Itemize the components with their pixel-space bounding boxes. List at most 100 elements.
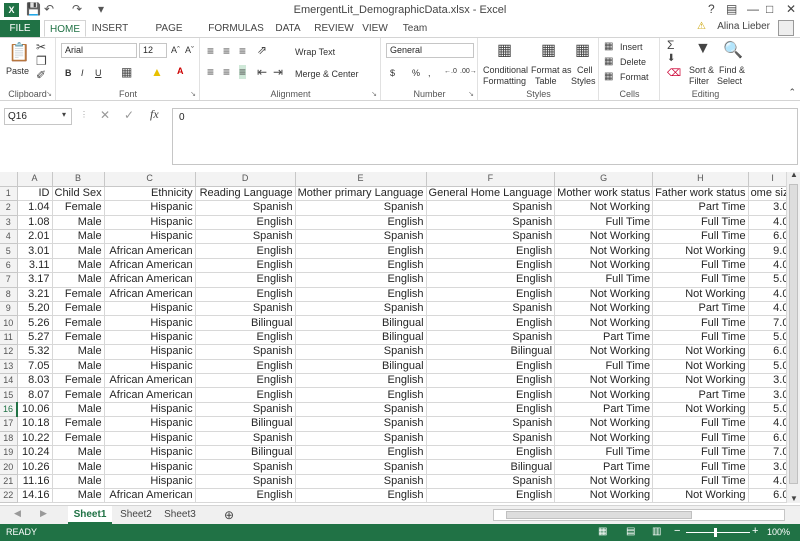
row-header[interactable]: 8 <box>0 287 18 303</box>
format-table-icon[interactable]: ▦ <box>541 40 556 60</box>
align-center-icon[interactable]: ≡ <box>223 65 230 79</box>
cancel-entry-icon[interactable]: ✕ <box>100 108 110 122</box>
tab-page-layout[interactable]: PAGE LAYOUT <box>136 20 202 51</box>
cell-styles-icon[interactable]: ▦ <box>575 40 590 60</box>
header-cell[interactable]: Reading Language <box>195 186 296 202</box>
table-cell[interactable]: 10.06 <box>17 402 53 418</box>
table-cell[interactable]: Male <box>52 488 105 503</box>
table-cell[interactable]: Full Time <box>652 330 749 346</box>
header-cell[interactable]: Mother work status <box>554 186 654 202</box>
clear-icon[interactable]: ⌫ <box>667 68 681 79</box>
row-header[interactable]: 19 <box>0 445 18 461</box>
table-cell[interactable]: Part Time <box>554 459 654 475</box>
row-header[interactable]: 2 <box>0 200 18 216</box>
table-cell[interactable]: Male <box>52 445 105 461</box>
table-cell[interactable]: Spanish <box>195 402 296 418</box>
table-cell[interactable]: Female <box>52 416 105 432</box>
table-cell[interactable]: Hispanic <box>104 359 196 374</box>
table-cell[interactable]: African American <box>104 387 196 403</box>
table-cell[interactable]: Part Time <box>652 200 749 216</box>
table-cell[interactable]: English <box>426 243 556 259</box>
table-cell[interactable]: Hispanic <box>104 344 196 360</box>
table-cell[interactable]: Not Working <box>554 200 654 216</box>
table-cell[interactable]: Male <box>52 359 105 374</box>
table-cell[interactable]: 3.21 <box>17 287 53 303</box>
ribbon-display-icon[interactable]: ▤ <box>726 2 737 16</box>
table-cell[interactable]: English <box>295 488 427 503</box>
tab-review[interactable]: REVIEW <box>312 20 356 37</box>
table-cell[interactable]: Hispanic <box>104 229 196 245</box>
tab-insert[interactable]: INSERT <box>90 20 130 37</box>
table-cell[interactable]: Not Working <box>554 287 654 303</box>
table-cell[interactable]: 8.03 <box>17 373 53 389</box>
zoom-level[interactable]: 100% <box>767 527 790 537</box>
clipboard-launcher-icon[interactable]: ↘ <box>46 90 52 98</box>
table-cell[interactable]: Not Working <box>652 488 749 503</box>
table-cell[interactable]: Not Working <box>652 359 749 374</box>
table-cell[interactable]: Male <box>52 402 105 418</box>
table-cell[interactable]: Female <box>52 315 105 331</box>
table-cell[interactable]: Spanish <box>195 229 296 245</box>
table-cell[interactable]: Spanish <box>195 459 296 475</box>
format-table-line2[interactable]: Table <box>535 76 557 86</box>
grow-font-icon[interactable]: Aˆ <box>171 45 180 55</box>
help-button[interactable]: ? <box>708 2 715 16</box>
cell-styles-line1[interactable]: Cell <box>577 65 593 75</box>
vertical-scroll-thumb[interactable] <box>789 184 798 484</box>
table-cell[interactable]: Spanish <box>426 229 556 245</box>
table-cell[interactable]: Full Time <box>554 445 654 461</box>
table-cell[interactable]: Hispanic <box>104 215 196 231</box>
italic-button[interactable]: I <box>81 68 84 78</box>
align-middle-icon[interactable]: ≡ <box>223 44 230 58</box>
table-cell[interactable]: Full Time <box>652 445 749 461</box>
table-cell[interactable]: Full Time <box>652 215 749 231</box>
shrink-font-icon[interactable]: Aˇ <box>185 45 194 55</box>
table-cell[interactable]: 11.16 <box>17 474 53 490</box>
prev-sheet-icon[interactable]: ◀ <box>14 508 21 519</box>
table-cell[interactable]: Spanish <box>295 301 427 317</box>
table-cell[interactable]: 2.01 <box>17 229 53 245</box>
table-cell[interactable]: Hispanic <box>104 200 196 216</box>
insert-button[interactable]: Insert <box>620 42 643 52</box>
table-cell[interactable]: Not Working <box>652 402 749 418</box>
table-cell[interactable]: English <box>426 373 556 389</box>
table-cell[interactable]: Full Time <box>652 431 749 446</box>
table-cell[interactable]: Part Time <box>554 330 654 346</box>
row-header[interactable]: 4 <box>0 229 18 245</box>
insert-cells-icon[interactable]: ▦ <box>604 41 613 52</box>
table-cell[interactable]: Hispanic <box>104 330 196 346</box>
sort-filter-icon[interactable]: ▼ <box>695 40 711 58</box>
table-cell[interactable]: Hispanic <box>104 402 196 418</box>
name-box-dropdown-icon[interactable]: ▾ <box>62 110 66 119</box>
number-launcher-icon[interactable]: ↘ <box>468 90 474 98</box>
find-select-icon[interactable]: 🔍 <box>723 40 743 60</box>
table-cell[interactable]: English <box>426 287 556 303</box>
table-cell[interactable]: African American <box>104 258 196 274</box>
table-cell[interactable]: English <box>295 287 427 303</box>
orientation-icon[interactable]: ⇗ <box>257 43 267 57</box>
table-cell[interactable]: Not Working <box>652 287 749 303</box>
tab-data[interactable]: DATA <box>270 20 306 37</box>
table-cell[interactable]: Spanish <box>295 431 427 446</box>
header-cell[interactable]: Mother primary Language <box>295 186 427 202</box>
table-cell[interactable]: Full Time <box>652 416 749 432</box>
table-cell[interactable]: English <box>195 387 296 403</box>
sheet-tab-sheet2[interactable]: Sheet2 <box>116 506 156 524</box>
cell-table[interactable]: A B C D E F G H I 1 ID Child Sex Ethnici… <box>0 172 798 503</box>
cut-icon[interactable]: ✂ <box>36 40 46 54</box>
copy-icon[interactable]: ❐ <box>36 54 47 68</box>
align-left-icon[interactable]: ≡ <box>207 65 214 79</box>
page-layout-view-icon[interactable]: ▤ <box>626 526 635 537</box>
table-cell[interactable]: English <box>426 445 556 461</box>
header-cell[interactable]: Child Sex <box>52 186 105 202</box>
table-cell[interactable]: English <box>295 272 427 288</box>
column-header[interactable]: E <box>295 172 427 187</box>
sheet-tab-sheet1[interactable]: Sheet1 <box>68 506 112 524</box>
table-cell[interactable]: Bilingual <box>295 359 427 374</box>
row-header[interactable]: 13 <box>0 359 18 374</box>
table-cell[interactable]: Spanish <box>426 431 556 446</box>
table-cell[interactable]: African American <box>104 373 196 389</box>
autosum-icon[interactable]: Σ <box>667 38 674 52</box>
table-cell[interactable]: Bilingual <box>195 416 296 432</box>
scroll-up-icon[interactable]: ▲ <box>790 170 798 179</box>
